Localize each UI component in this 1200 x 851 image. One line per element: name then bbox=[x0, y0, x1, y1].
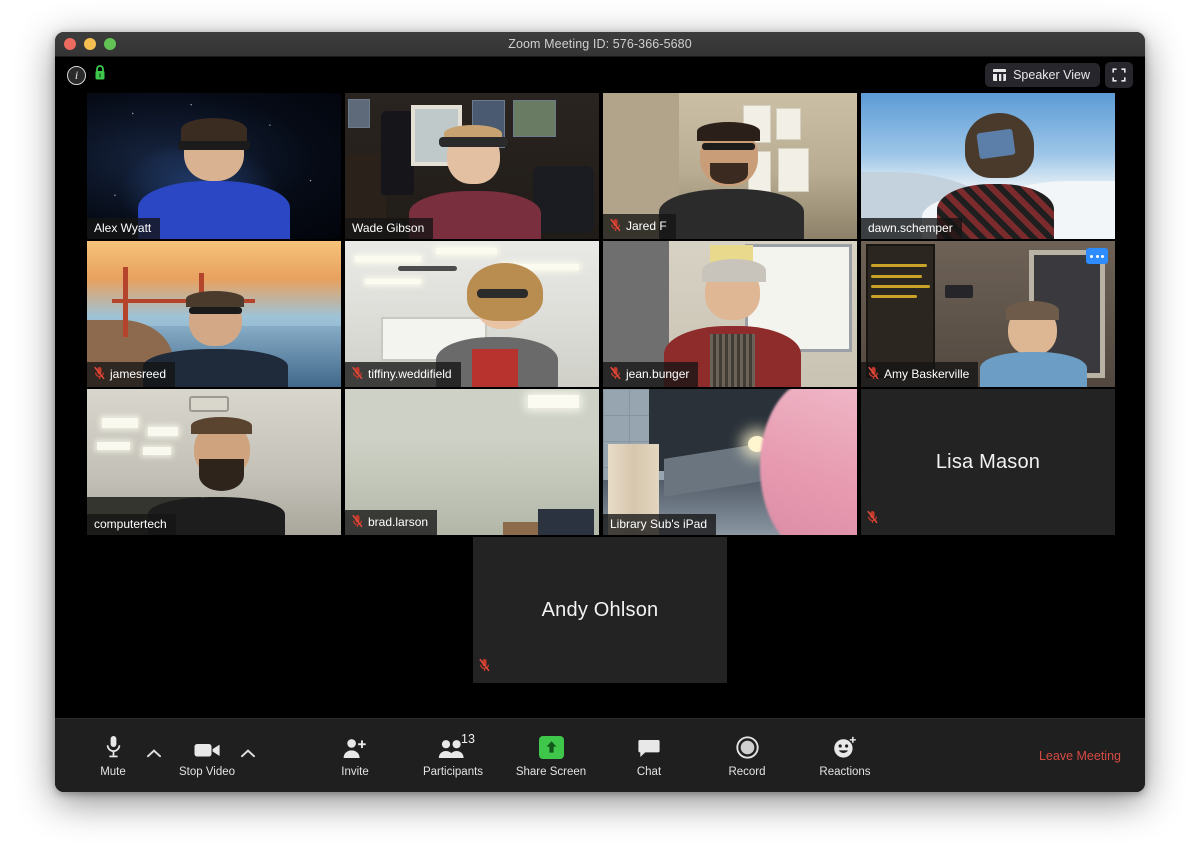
participants-label: Participants bbox=[422, 765, 484, 778]
video-grid-row: computertech brad.larson Library Sub's i… bbox=[87, 389, 1115, 535]
participant-tile[interactable]: Andy Ohlson bbox=[473, 537, 727, 683]
muted-microphone-icon bbox=[352, 366, 363, 383]
record-label: Record bbox=[728, 765, 766, 778]
window-title: Zoom Meeting ID: 576-366-5680 bbox=[508, 37, 692, 51]
participant-nameplate: Library Sub's iPad bbox=[603, 514, 717, 535]
window-titlebar: Zoom Meeting ID: 576-366-5680 bbox=[55, 32, 1145, 57]
minimize-window-button[interactable] bbox=[84, 38, 96, 50]
participant-name: jamesreed bbox=[110, 367, 167, 381]
participant-name: Jared F bbox=[626, 219, 667, 233]
participant-nameplate: brad.larson bbox=[345, 510, 438, 535]
participant-name: brad.larson bbox=[368, 515, 429, 529]
invite-label: Invite bbox=[341, 765, 369, 778]
muted-microphone-icon bbox=[479, 658, 490, 677]
participant-nameplate: Amy Baskerville bbox=[861, 362, 979, 387]
leave-meeting-button[interactable]: Leave Meeting bbox=[1039, 749, 1121, 763]
muted-microphone-icon bbox=[867, 510, 878, 529]
mute-label: Mute bbox=[100, 765, 126, 778]
person-plus-icon bbox=[342, 734, 368, 759]
participant-nameplate: Jared F bbox=[603, 214, 676, 239]
participant-name: Alex Wyatt bbox=[94, 221, 152, 235]
share-screen-button[interactable]: Share Screen bbox=[515, 734, 587, 778]
reactions-label: Reactions bbox=[819, 765, 871, 778]
participant-name: Wade Gibson bbox=[352, 221, 425, 235]
window-controls bbox=[55, 38, 116, 50]
participants-button[interactable]: 13 Participants bbox=[417, 731, 489, 778]
participant-tile[interactable]: dawn.schemper bbox=[861, 93, 1115, 239]
video-grid-row: Alex Wyatt Wade Gibson Jared F dawn.sche… bbox=[87, 93, 1115, 239]
participant-nameplate: Alex Wyatt bbox=[87, 218, 161, 239]
chat-button[interactable]: Chat bbox=[613, 734, 685, 778]
close-window-button[interactable] bbox=[64, 38, 76, 50]
view-mode-toggle[interactable]: Speaker View bbox=[985, 63, 1100, 87]
zoom-meeting-window: Zoom Meeting ID: 576-366-5680 i Speaker … bbox=[55, 32, 1145, 792]
meeting-toolbar: Mute Stop Video Invite 13 Participants S… bbox=[55, 718, 1145, 792]
record-circle-icon bbox=[735, 734, 759, 759]
enter-fullscreen-icon bbox=[1112, 68, 1126, 82]
video-grid-row: jamesreed tiffiny.weddifield jean.bunger… bbox=[87, 241, 1115, 387]
participant-name: tiffiny.weddifield bbox=[368, 367, 452, 381]
chat-label: Chat bbox=[636, 765, 662, 778]
meeting-info-icon[interactable]: i bbox=[67, 65, 86, 85]
speech-bubble-icon bbox=[637, 734, 661, 759]
mute-button[interactable]: Mute bbox=[77, 734, 149, 778]
encryption-lock-icon[interactable] bbox=[93, 64, 107, 86]
reactions-button[interactable]: Reactions bbox=[809, 734, 881, 778]
video-grid: Alex Wyatt Wade Gibson Jared F dawn.sche… bbox=[55, 93, 1145, 718]
share-screen-label: Share Screen bbox=[515, 765, 587, 778]
participant-name: Lisa Mason bbox=[935, 450, 1041, 473]
record-button[interactable]: Record bbox=[711, 734, 783, 778]
enter-fullscreen-button[interactable] bbox=[1105, 62, 1133, 88]
participant-tile[interactable]: Wade Gibson bbox=[345, 93, 599, 239]
grid-view-icon bbox=[993, 69, 1007, 81]
participant-name: Library Sub's iPad bbox=[610, 517, 708, 531]
share-arrow-up-icon bbox=[538, 734, 564, 759]
participant-nameplate: Wade Gibson bbox=[345, 218, 434, 239]
muted-microphone-icon bbox=[610, 366, 621, 383]
participants-count: 13 bbox=[461, 731, 475, 746]
participant-tile[interactable]: Alex Wyatt bbox=[87, 93, 341, 239]
participant-name: Andy Ohlson bbox=[541, 598, 659, 621]
muted-microphone-icon bbox=[352, 514, 363, 531]
participant-name: dawn.schemper bbox=[868, 221, 953, 235]
muted-microphone-icon bbox=[94, 366, 105, 383]
microphone-icon bbox=[105, 734, 122, 759]
view-mode-label: Speaker View bbox=[1013, 68, 1090, 82]
participant-tile[interactable]: Amy Baskerville bbox=[861, 241, 1115, 387]
stop-video-label: Stop Video bbox=[178, 765, 236, 778]
participant-tile[interactable]: jamesreed bbox=[87, 241, 341, 387]
participant-name: Amy Baskerville bbox=[884, 367, 970, 381]
participant-tile[interactable]: Lisa Mason bbox=[861, 389, 1115, 535]
participant-tile[interactable]: tiffiny.weddifield bbox=[345, 241, 599, 387]
participant-nameplate: tiffiny.weddifield bbox=[345, 362, 461, 387]
invite-button[interactable]: Invite bbox=[319, 734, 391, 778]
muted-microphone-icon bbox=[868, 366, 879, 383]
participant-nameplate: computertech bbox=[87, 514, 176, 535]
participant-tile[interactable]: Jared F bbox=[603, 93, 857, 239]
smiley-face-icon bbox=[833, 734, 857, 759]
participant-name: computertech bbox=[94, 517, 167, 531]
participant-nameplate: jamesreed bbox=[87, 362, 176, 387]
participant-nameplate: jean.bunger bbox=[603, 362, 699, 387]
participant-name: jean.bunger bbox=[626, 367, 690, 381]
video-grid-row: Andy Ohlson bbox=[87, 537, 1113, 683]
participant-tile-active-speaker[interactable]: Library Sub's iPad bbox=[603, 389, 857, 535]
meeting-topbar: i Speaker View bbox=[55, 57, 1145, 93]
maximize-window-button[interactable] bbox=[104, 38, 116, 50]
camera-icon bbox=[194, 734, 221, 759]
stop-video-button[interactable]: Stop Video bbox=[171, 734, 243, 778]
participant-tile[interactable]: computertech bbox=[87, 389, 341, 535]
participant-nameplate: dawn.schemper bbox=[861, 218, 962, 239]
participant-tile[interactable]: brad.larson bbox=[345, 389, 599, 535]
participant-tile[interactable]: jean.bunger bbox=[603, 241, 857, 387]
tile-more-options-button[interactable] bbox=[1086, 248, 1108, 264]
muted-microphone-icon bbox=[610, 218, 621, 235]
